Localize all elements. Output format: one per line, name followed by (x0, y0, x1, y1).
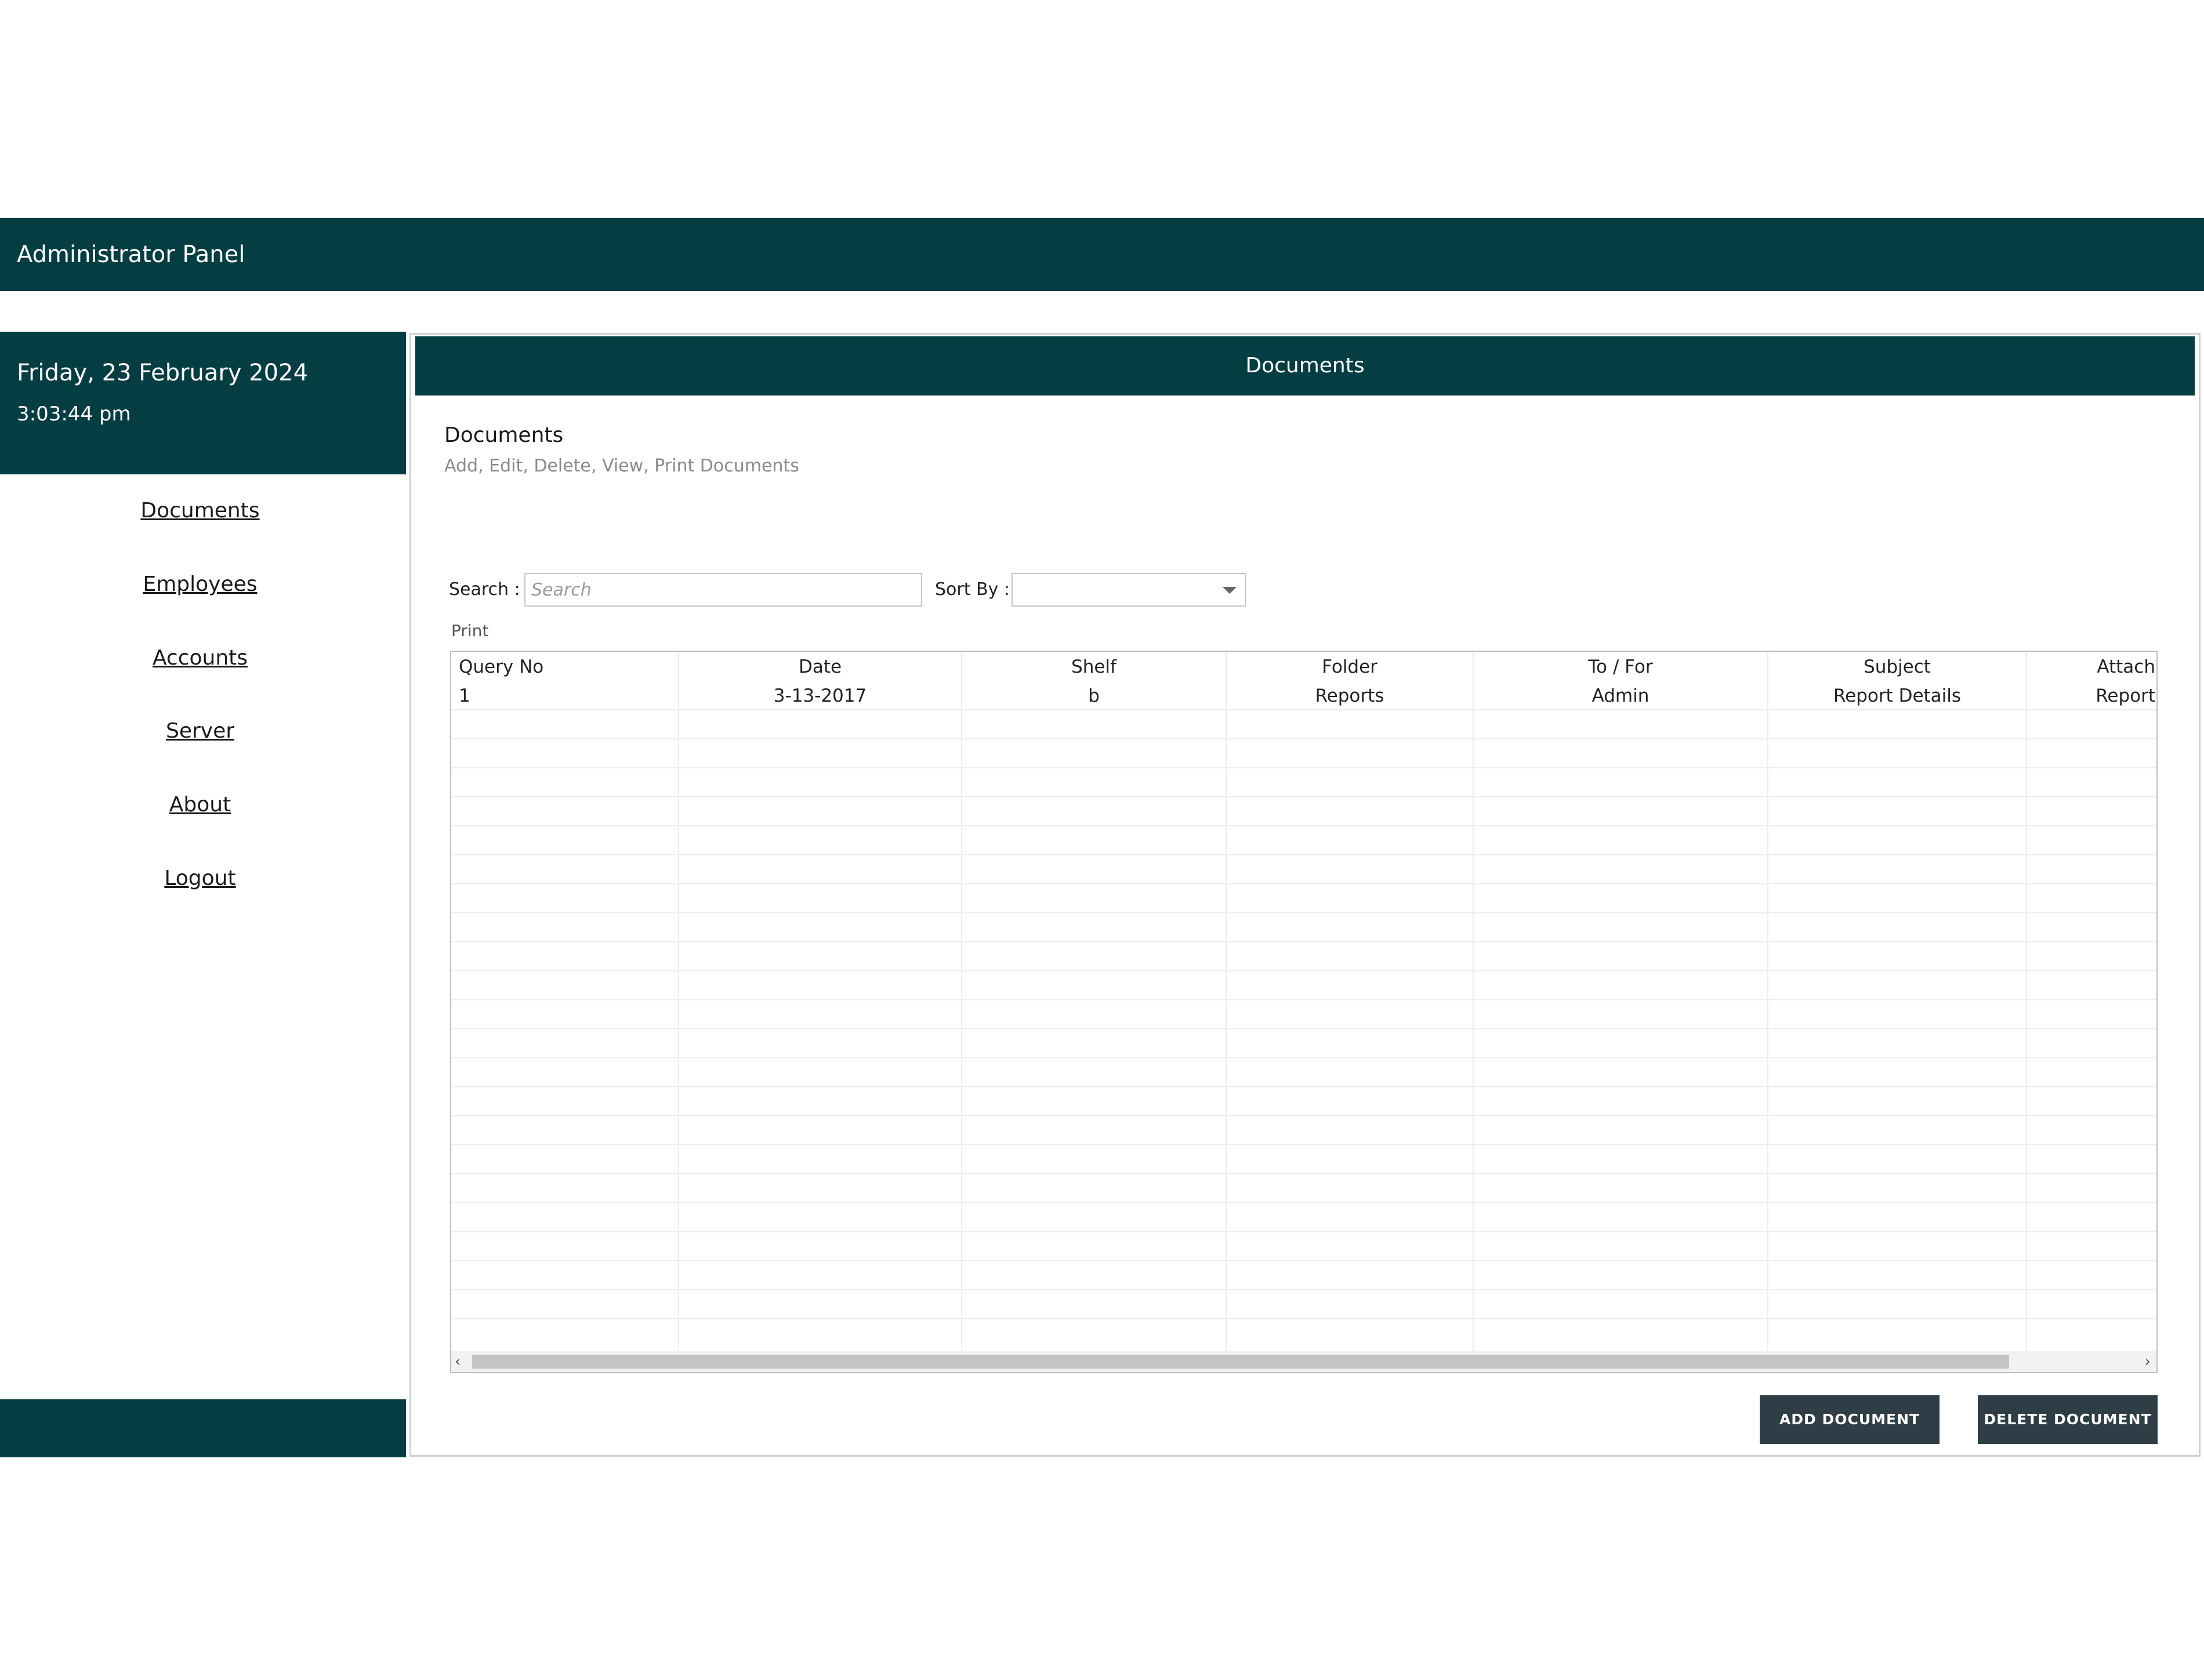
table-cell[interactable]: Report (2096, 685, 2155, 706)
sidebar-item-employees[interactable]: Employees (0, 572, 400, 596)
table-cell[interactable]: Reports (1315, 685, 1384, 706)
column-header-subject[interactable]: Subject (1864, 656, 1931, 677)
table-cell[interactable]: Report Details (1833, 685, 1961, 706)
column-header-folder[interactable]: Folder (1322, 656, 1378, 677)
column-header-shelf[interactable]: Shelf (1071, 656, 1116, 677)
sidebar-item-about[interactable]: About (0, 793, 400, 817)
table-cell[interactable]: 1 (459, 685, 470, 706)
sort-by-dropdown[interactable] (1012, 573, 1246, 607)
sidebar-item-server[interactable]: Server (0, 719, 400, 743)
table-cell[interactable]: b (1088, 685, 1100, 706)
search-label: Search : (449, 579, 520, 600)
title-bar: Administrator Panel (0, 218, 2204, 291)
horizontal-scrollbar[interactable]: ‹ › (451, 1351, 2156, 1372)
page-subtitle: Add, Edit, Delete, View, Print Documents (444, 456, 799, 476)
column-header-to-for[interactable]: To / For (1588, 656, 1652, 677)
page-title: Documents (444, 423, 564, 447)
documents-table[interactable]: Query No Date Shelf Folder To / For Subj… (450, 651, 2158, 1373)
sidebar-item-logout[interactable]: Logout (0, 866, 400, 890)
sidebar-item-documents[interactable]: Documents (0, 499, 400, 522)
add-document-button[interactable]: ADD DOCUMENT (1760, 1395, 1940, 1444)
chevron-down-icon[interactable] (1223, 587, 1237, 594)
search-input[interactable] (524, 573, 922, 607)
column-header-query-no[interactable]: Query No (459, 656, 543, 677)
table-gridlines (451, 652, 2156, 1351)
sidebar-datetime-panel: Friday, 23 February 2024 3:03:44 pm (0, 332, 406, 474)
panel-header: Documents (415, 336, 2195, 395)
scroll-right-icon[interactable]: › (2145, 1351, 2151, 1372)
table-cell[interactable]: Admin (1592, 685, 1650, 706)
scroll-left-icon[interactable]: ‹ (455, 1351, 461, 1372)
scrollbar-thumb[interactable] (472, 1355, 2009, 1369)
column-header-attach[interactable]: Attach (2097, 656, 2155, 677)
app-title: Administrator Panel (17, 241, 245, 268)
table-cell[interactable]: 3-13-2017 (774, 685, 867, 706)
column-header-date[interactable]: Date (799, 656, 842, 677)
delete-document-button[interactable]: DELETE DOCUMENT (1978, 1395, 2158, 1444)
sidebar-item-accounts[interactable]: Accounts (0, 646, 400, 670)
current-time: 3:03:44 pm (17, 402, 131, 426)
current-date: Friday, 23 February 2024 (17, 360, 309, 386)
sort-by-label: Sort By : (935, 579, 1010, 600)
print-link[interactable]: Print (451, 621, 488, 640)
sidebar-footer (0, 1399, 406, 1457)
